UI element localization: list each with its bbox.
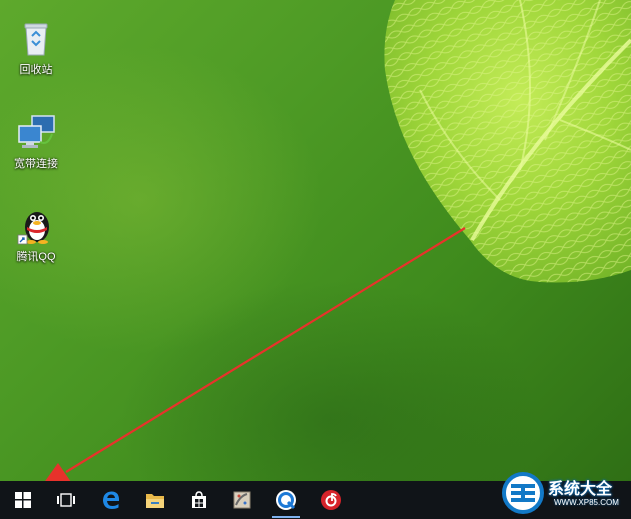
paint-app-button[interactable] bbox=[222, 481, 262, 519]
store-button[interactable] bbox=[179, 481, 219, 519]
paint-app-icon bbox=[233, 491, 251, 509]
task-view-button[interactable] bbox=[46, 481, 86, 519]
desktop-icon-broadband-connection[interactable]: 宽带连接 bbox=[6, 112, 66, 171]
qq-penguin-icon bbox=[16, 205, 56, 245]
netease-music-button[interactable] bbox=[311, 481, 351, 519]
desktop-icon-qq[interactable]: 腾讯QQ bbox=[6, 205, 66, 264]
site-watermark: 系统大全 WWW.XP85.COM bbox=[501, 465, 629, 519]
qq-label: 腾讯QQ bbox=[16, 251, 56, 263]
broadband-connection-icon bbox=[16, 112, 56, 152]
watermark-url: WWW.XP85.COM bbox=[554, 498, 619, 507]
leaf-wallpaper-graphic bbox=[384, 0, 631, 283]
edge-browser-button[interactable] bbox=[91, 481, 131, 519]
watermark-title: 系统大全 bbox=[548, 479, 613, 498]
file-explorer-button[interactable] bbox=[135, 481, 175, 519]
qq-browser-icon bbox=[276, 490, 296, 510]
desktop-icon-recycle-bin[interactable]: 回收站 bbox=[6, 18, 66, 77]
windows-start-icon bbox=[15, 492, 31, 508]
task-view-icon bbox=[57, 493, 75, 507]
broadband-connection-label: 宽带连接 bbox=[14, 158, 58, 170]
watermark-logo-icon bbox=[502, 472, 544, 514]
qq-browser-button[interactable] bbox=[266, 481, 306, 519]
file-explorer-icon bbox=[146, 493, 164, 508]
recycle-bin-label: 回收站 bbox=[19, 64, 53, 76]
netease-music-icon bbox=[321, 490, 341, 510]
start-button[interactable] bbox=[3, 481, 43, 519]
recycle-bin-icon bbox=[16, 18, 56, 58]
store-icon bbox=[192, 491, 206, 508]
desktop-wallpaper: 回收站 宽带连接 腾讯QQ bbox=[0, 0, 631, 481]
edge-browser-icon bbox=[103, 491, 120, 509]
